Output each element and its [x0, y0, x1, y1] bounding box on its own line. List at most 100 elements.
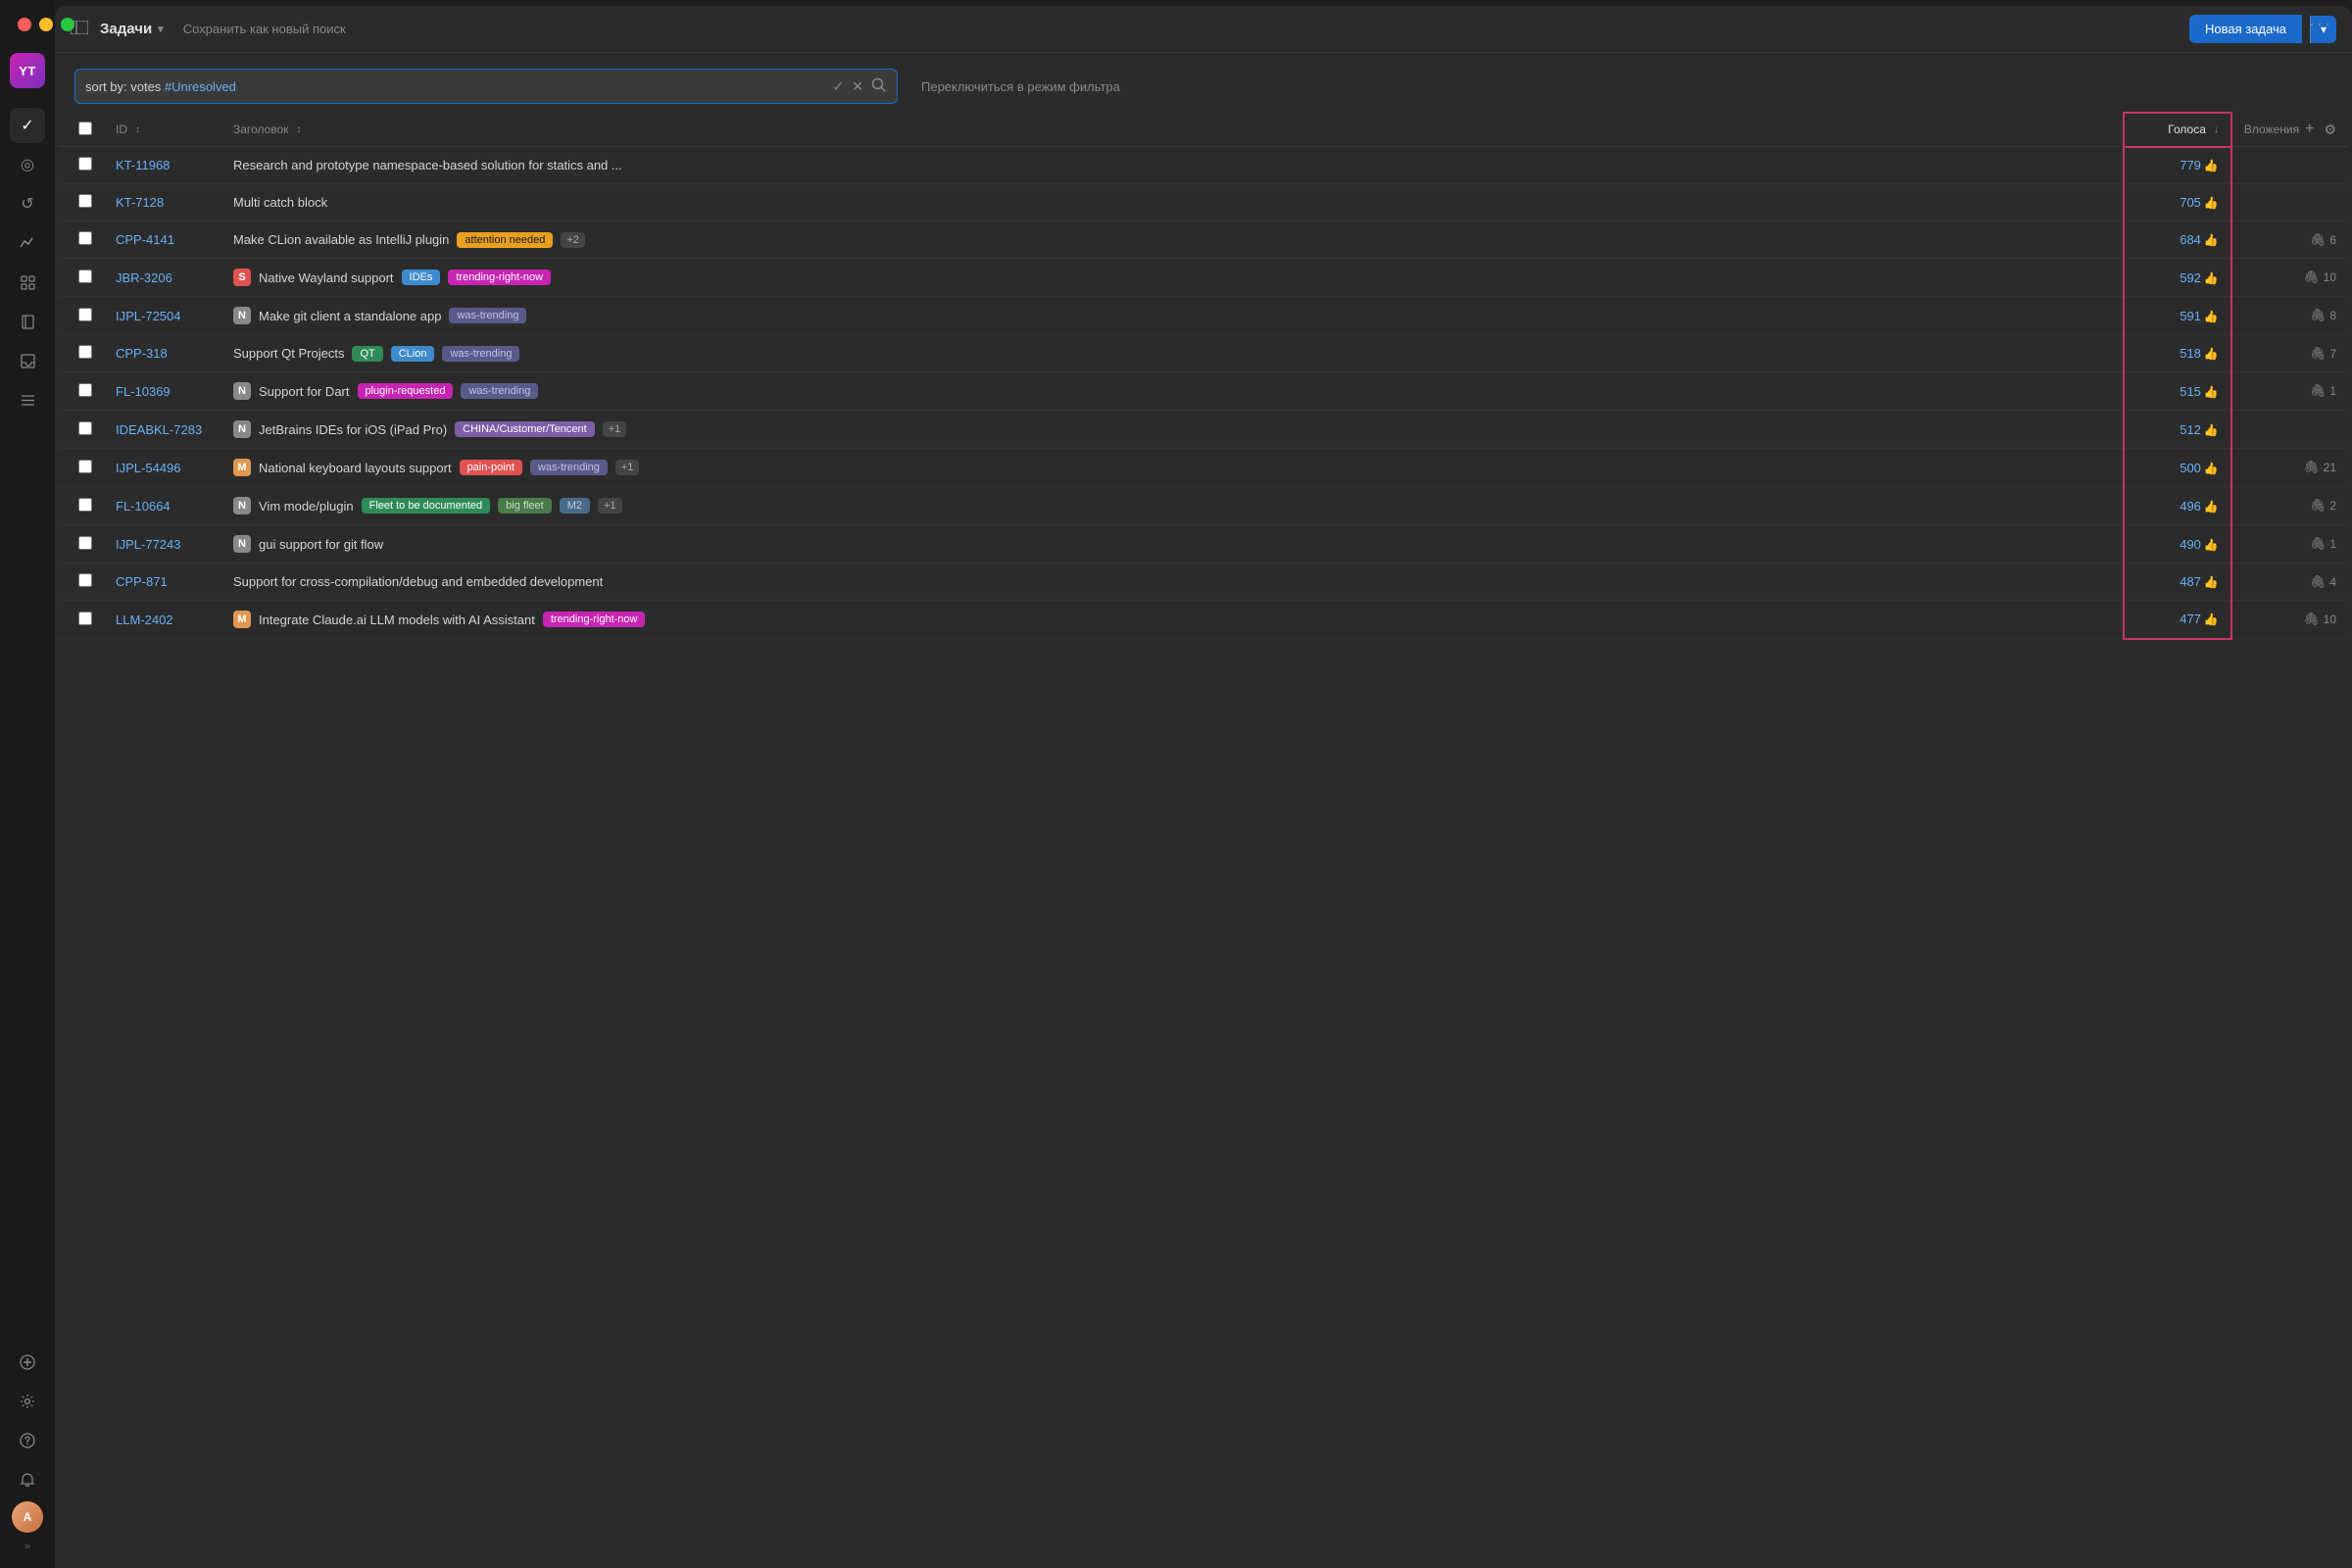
- nav-icon-tasks[interactable]: ✓: [10, 108, 45, 143]
- nav-icon-history[interactable]: ↺: [10, 186, 45, 221]
- upvote-icon[interactable]: 👍: [2204, 271, 2219, 285]
- nav-icon-help[interactable]: [10, 1423, 45, 1458]
- issue-id-link[interactable]: LLM-2402: [116, 612, 173, 627]
- nav-icon-circle[interactable]: ◎: [10, 147, 45, 182]
- th-title[interactable]: Заголовок ↕: [221, 113, 2124, 147]
- add-column-button[interactable]: +: [2305, 121, 2314, 138]
- tag-was-trending[interactable]: was-trending: [461, 383, 538, 399]
- row-checkbox[interactable]: [78, 270, 92, 283]
- row-attach-cell: 🖇7: [2231, 335, 2348, 372]
- issue-id-link[interactable]: FL-10664: [116, 499, 171, 514]
- search-clear-icon[interactable]: ✕: [852, 78, 863, 95]
- tag-pain[interactable]: pain-point: [460, 460, 522, 475]
- upvote-icon[interactable]: 👍: [2204, 233, 2219, 247]
- tag-clion[interactable]: CLion: [391, 346, 435, 362]
- upvote-icon[interactable]: 👍: [2204, 310, 2219, 323]
- tag-count[interactable]: +1: [598, 498, 622, 514]
- row-checkbox[interactable]: [78, 231, 92, 245]
- upvote-icon[interactable]: 👍: [2204, 575, 2219, 589]
- filter-switch-button[interactable]: Переключиться в режим фильтра: [921, 79, 1120, 94]
- row-checkbox[interactable]: [78, 157, 92, 171]
- tag-count[interactable]: +1: [615, 460, 640, 475]
- issue-id-link[interactable]: CPP-4141: [116, 232, 174, 247]
- row-checkbox[interactable]: [78, 421, 92, 435]
- th-votes[interactable]: Голоса ↓: [2124, 113, 2231, 147]
- save-search-button[interactable]: Сохранить как новый поиск: [183, 22, 346, 36]
- nav-icon-grid[interactable]: [10, 265, 45, 300]
- upvote-icon[interactable]: 👍: [2204, 159, 2219, 172]
- project-logo[interactable]: YT: [10, 53, 45, 88]
- issue-id-link[interactable]: IJPL-77243: [116, 537, 181, 552]
- tag-plugin[interactable]: plugin-requested: [358, 383, 454, 399]
- minimize-button[interactable]: [39, 18, 53, 31]
- row-checkbox[interactable]: [78, 383, 92, 397]
- nav-icon-book[interactable]: [10, 304, 45, 339]
- tag-big-fleet[interactable]: big fleet: [498, 498, 552, 514]
- search-bar[interactable]: sort by: votes #Unresolved ✓ ✕: [74, 69, 898, 104]
- row-id-cell: IJPL-77243: [104, 525, 221, 564]
- row-checkbox[interactable]: [78, 498, 92, 512]
- th-id[interactable]: ID ↕: [104, 113, 221, 147]
- tag-trending[interactable]: trending-right-now: [543, 612, 646, 627]
- tag-attention[interactable]: attention needed: [457, 232, 553, 248]
- nav-icon-chart[interactable]: [10, 225, 45, 261]
- priority-badge: N: [233, 382, 251, 400]
- tag-was-trending[interactable]: was-trending: [442, 346, 519, 362]
- nav-icon-inbox[interactable]: [10, 343, 45, 378]
- tag-count[interactable]: +2: [561, 232, 585, 248]
- row-checkbox[interactable]: [78, 308, 92, 321]
- issue-id-link[interactable]: KT-11968: [116, 158, 170, 172]
- issue-id-link[interactable]: IJPL-54496: [116, 461, 181, 475]
- view-title[interactable]: Задачи ▾: [100, 21, 164, 37]
- new-task-button[interactable]: Новая задача: [2189, 15, 2302, 43]
- nav-icon-bell[interactable]: [10, 1462, 45, 1497]
- upvote-icon[interactable]: 👍: [2204, 196, 2219, 210]
- issue-id-link[interactable]: IDEABKL-7283: [116, 422, 202, 437]
- issue-id-link[interactable]: JBR-3206: [116, 270, 172, 285]
- upvote-icon[interactable]: 👍: [2204, 385, 2219, 399]
- votes-value: 779: [2180, 158, 2201, 172]
- search-submit-icon[interactable]: [871, 77, 887, 96]
- close-button[interactable]: [18, 18, 31, 31]
- upvote-icon[interactable]: 👍: [2204, 347, 2219, 361]
- priority-badge: M: [233, 459, 251, 476]
- row-checkbox[interactable]: [78, 194, 92, 208]
- issue-id-link[interactable]: CPP-871: [116, 574, 168, 589]
- search-checkmark-icon[interactable]: ✓: [833, 78, 845, 95]
- tag-ides[interactable]: IDEs: [402, 270, 441, 285]
- row-checkbox[interactable]: [78, 345, 92, 359]
- nav-icon-add[interactable]: [10, 1345, 45, 1380]
- table-row: IDEABKL-7283NJetBrains IDEs for iOS (iPa…: [59, 411, 2348, 449]
- upvote-icon[interactable]: 👍: [2204, 500, 2219, 514]
- tag-fleet-doc[interactable]: Fleet to be documented: [362, 498, 491, 514]
- tag-trending[interactable]: trending-right-now: [448, 270, 551, 285]
- tag-qt[interactable]: QT: [352, 346, 382, 362]
- user-avatar[interactable]: A: [12, 1501, 43, 1533]
- tag-m2[interactable]: M2: [560, 498, 590, 514]
- nav-icon-stack[interactable]: [10, 382, 45, 417]
- row-checkbox[interactable]: [78, 573, 92, 587]
- issue-id-link[interactable]: IJPL-72504: [116, 309, 181, 323]
- tag-china[interactable]: CHINA/Customer/Tencent: [455, 421, 595, 437]
- column-settings-icon[interactable]: ⚙: [2324, 122, 2336, 138]
- th-attach: Вложения + ⚙: [2231, 113, 2348, 147]
- fullscreen-button[interactable]: [61, 18, 74, 31]
- upvote-icon[interactable]: 👍: [2204, 538, 2219, 552]
- row-checkbox[interactable]: [78, 536, 92, 550]
- tag-was-trending[interactable]: was-trending: [530, 460, 608, 475]
- nav-icon-settings[interactable]: [10, 1384, 45, 1419]
- nav-expand-icon[interactable]: »: [24, 1541, 30, 1552]
- select-all-checkbox[interactable]: [78, 122, 92, 135]
- tag-count[interactable]: +1: [603, 421, 627, 437]
- window-more-icon[interactable]: ···: [2309, 14, 2332, 34]
- upvote-icon[interactable]: 👍: [2204, 612, 2219, 626]
- issue-id-link[interactable]: FL-10369: [116, 384, 171, 399]
- upvote-icon[interactable]: 👍: [2204, 423, 2219, 437]
- row-checkbox[interactable]: [78, 612, 92, 625]
- table-row: KT-7128Multi catch block705👍: [59, 184, 2348, 221]
- upvote-icon[interactable]: 👍: [2204, 462, 2219, 475]
- issue-id-link[interactable]: CPP-318: [116, 346, 168, 361]
- row-checkbox[interactable]: [78, 460, 92, 473]
- issue-id-link[interactable]: KT-7128: [116, 195, 164, 210]
- tag-was-trending[interactable]: was-trending: [449, 308, 526, 323]
